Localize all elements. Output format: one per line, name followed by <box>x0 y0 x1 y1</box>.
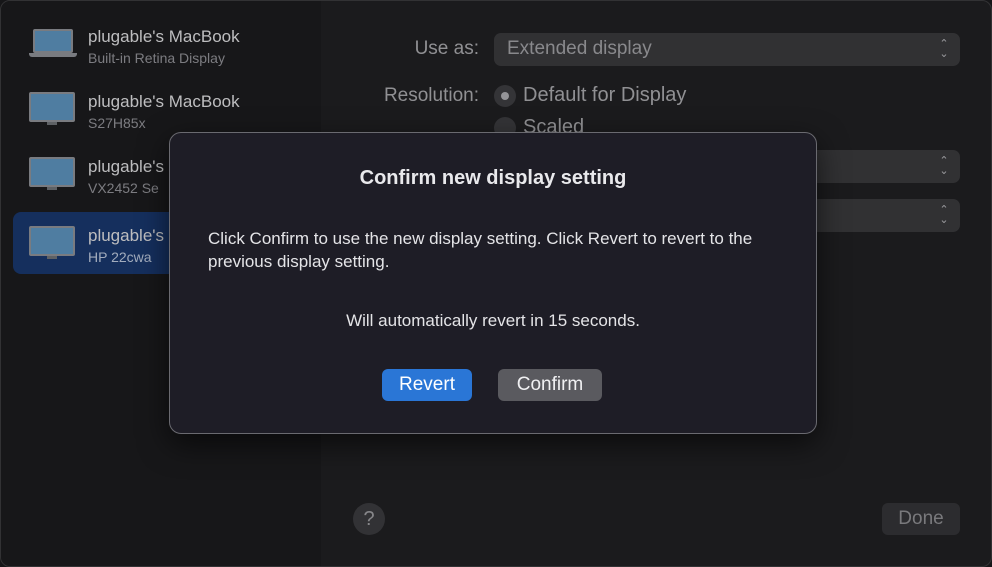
dialog-title: Confirm new display setting <box>359 167 627 189</box>
revert-button[interactable]: Revert <box>382 369 472 401</box>
revert-countdown: Will automatically revert in 15 seconds. <box>346 311 640 330</box>
confirm-button[interactable]: Confirm <box>498 369 602 401</box>
dialog-message: Click Confirm to use the new display set… <box>208 229 753 271</box>
confirm-display-dialog: Confirm new display setting Click Confir… <box>169 132 817 434</box>
